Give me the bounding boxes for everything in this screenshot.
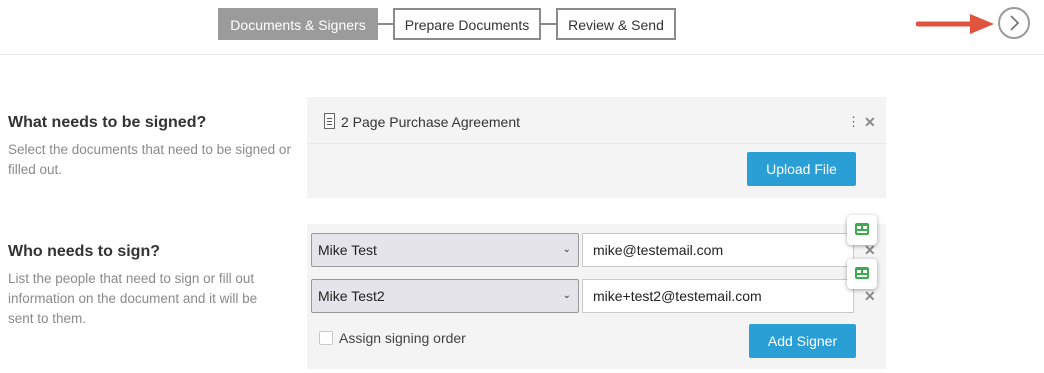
step-connector bbox=[541, 23, 556, 25]
signer-name: Mike Test bbox=[318, 242, 377, 258]
close-icon[interactable]: ✕ bbox=[864, 114, 876, 131]
upload-file-button[interactable]: Upload File bbox=[747, 152, 856, 186]
signer-name-select[interactable]: Mike Test2 ⌄ bbox=[311, 279, 579, 313]
signers-section-title: Who needs to sign? bbox=[8, 243, 160, 260]
signing-order-label: Assign signing order bbox=[339, 330, 466, 346]
signer-name: Mike Test2 bbox=[318, 288, 385, 304]
step-review-send[interactable]: Review & Send bbox=[556, 8, 676, 40]
signer-name-select[interactable]: Mike Test ⌄ bbox=[311, 233, 579, 267]
signer-email-field[interactable]: mike+test2@testemail.com bbox=[582, 279, 854, 313]
document-name: 2 Page Purchase Agreement bbox=[341, 114, 521, 130]
signer-email-field[interactable]: mike@testemail.com bbox=[582, 233, 854, 267]
close-icon[interactable]: ✕ bbox=[864, 288, 876, 305]
step-connector bbox=[378, 23, 393, 25]
chevron-right-icon bbox=[1010, 15, 1020, 31]
red-arrow-icon bbox=[916, 14, 994, 34]
signers-panel: Mike Test ⌄ mike@testemail.com ✕ Mike Te… bbox=[307, 215, 886, 369]
signing-order-checkbox[interactable] bbox=[319, 331, 333, 345]
wizard-header: Documents & Signers Prepare Documents Re… bbox=[0, 0, 1044, 55]
add-signer-button[interactable]: Add Signer bbox=[749, 324, 856, 358]
step-prepare-documents[interactable]: Prepare Documents bbox=[393, 8, 541, 40]
chevron-down-icon: ⌄ bbox=[562, 290, 571, 301]
signer-badge-glyph bbox=[855, 267, 869, 279]
documents-panel: 2 Page Purchase Agreement ⋮ ✕ Upload Fil… bbox=[307, 97, 886, 198]
kebab-menu-icon[interactable]: ⋮ bbox=[847, 115, 860, 129]
signer-badge-glyph bbox=[855, 223, 869, 235]
documents-section-title: What needs to be signed? bbox=[8, 114, 207, 131]
signers-section-description: List the people that need to sign or fil… bbox=[8, 271, 258, 326]
signer-badge-icon[interactable] bbox=[847, 259, 877, 289]
next-button[interactable] bbox=[998, 7, 1030, 39]
signer-badge-icon[interactable] bbox=[847, 215, 877, 245]
step-documents-signers[interactable]: Documents & Signers bbox=[218, 8, 378, 40]
document-icon bbox=[324, 113, 335, 129]
document-row: 2 Page Purchase Agreement ⋮ ✕ bbox=[307, 97, 886, 144]
chevron-down-icon: ⌄ bbox=[562, 244, 571, 255]
documents-section-description: Select the documents that need to be sig… bbox=[8, 142, 291, 177]
